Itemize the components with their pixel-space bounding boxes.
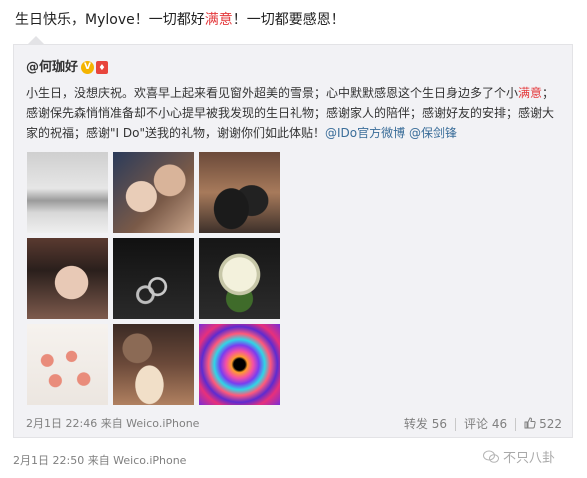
photo-couple-selfie[interactable] <box>113 152 194 233</box>
repost-actions: 转发 56 评论 46 522 <box>404 415 562 432</box>
like-button[interactable]: 522 <box>524 417 562 431</box>
photo-flower-bouquet[interactable] <box>199 238 280 319</box>
photo-family[interactable] <box>199 152 280 233</box>
watermark-text: 不只八卦 <box>503 451 556 466</box>
repost-button[interactable]: 转发 56 <box>404 417 447 431</box>
divider <box>455 418 456 431</box>
body-text-part: 小生日，没想庆祝。欢喜早上起来看见窗外超美的雪景；心中默默感恩这个生日身边多了个… <box>26 86 519 100</box>
vip-badge-icon: ♦ <box>96 61 109 74</box>
photo-colorful-spiral[interactable] <box>199 324 280 405</box>
thumbs-up-icon <box>524 417 536 429</box>
photo-cake-slices[interactable] <box>27 324 108 405</box>
post-text-part: ！一切都要感恩！ <box>232 12 345 28</box>
repost-body: 小生日，没想庆祝。欢喜早上起来看见窗外超美的雪景；心中默默感恩这个生日身边多了个… <box>26 83 558 143</box>
like-count: 522 <box>539 417 562 431</box>
watermark: 不只八卦 <box>483 447 555 466</box>
repost-caret <box>28 36 44 44</box>
photo-snow-landscape[interactable] <box>27 152 108 233</box>
photo-birthday-cake[interactable] <box>113 324 194 405</box>
post-meta[interactable]: 2月1日 22:50 来自 Weico.iPhone <box>13 452 186 468</box>
wechat-icon <box>483 450 499 463</box>
mention-link[interactable]: @IDo官方微博 <box>325 126 405 140</box>
repost-meta[interactable]: 2月1日 22:46 来自 Weico.iPhone <box>26 415 199 431</box>
repost-author[interactable]: @何珈好 V ♦ <box>26 56 109 75</box>
divider <box>515 418 517 431</box>
mention-link[interactable]: @保剑锋 <box>409 126 457 140</box>
photo-woman-portrait[interactable] <box>27 238 108 319</box>
body-text-highlight: 满意 <box>518 86 543 100</box>
post-text-part: 生日快乐，Mylove！一切都好 <box>15 12 205 28</box>
verified-icon: V <box>81 61 95 74</box>
photo-rings[interactable] <box>113 238 194 319</box>
comment-button[interactable]: 评论 46 <box>464 417 507 431</box>
author-name[interactable]: @何珈好 <box>26 60 78 75</box>
post-text-highlight: 满意 <box>204 12 233 28</box>
repost-box: @何珈好 V ♦ 小生日，没想庆祝。欢喜早上起来看见窗外超美的雪景；心中默默感恩这个… <box>13 44 573 438</box>
post-text: 生日快乐，Mylove！一切都好满意！一切都要感恩！ <box>15 9 345 29</box>
